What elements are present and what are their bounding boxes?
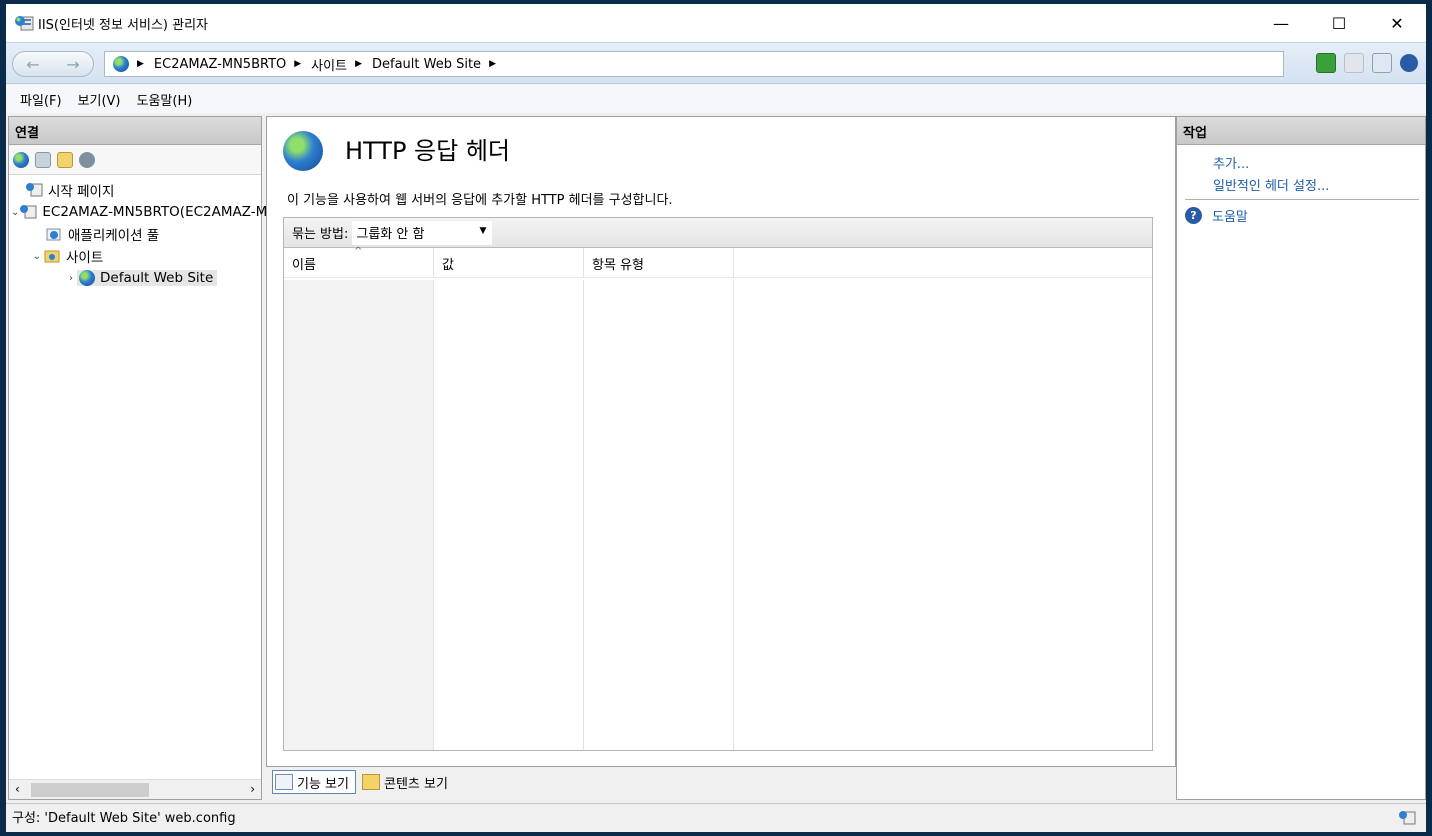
breadcrumb-item-default-web-site[interactable]: ▶ Default Web Site: [347, 57, 481, 72]
chevron-down-icon[interactable]: ⌄: [31, 251, 43, 262]
list-column-name: [284, 280, 434, 750]
connections-tree: 시작 페이지 ⌄ EC2AMAZ-MN5BRTO(EC2AMAZ-MN5BRTO…: [9, 175, 424, 289]
dropdown-arrow-icon: ▼: [479, 225, 487, 236]
menu-file[interactable]: 파일(F): [20, 90, 62, 109]
tree-item-default-web-site[interactable]: › Default Web Site: [9, 267, 261, 289]
help-icon: ?: [1185, 206, 1202, 224]
group-by-bar: 묶는 방법: 그룹화 안 함 ▼: [284, 218, 1152, 248]
tree-item-server[interactable]: ⌄ EC2AMAZ-MN5BRTO(EC2AMAZ-MN5BRTO\Admini…: [9, 201, 424, 223]
group-by-label: 묶는 방법:: [292, 227, 349, 242]
list-column-value: [434, 280, 584, 750]
status-text: 구성: 'Default Web Site' web.config: [12, 811, 236, 826]
tab-content-view[interactable]: 콘텐츠 보기: [360, 770, 454, 794]
website-globe-icon: [79, 270, 95, 286]
tree-item-start-page[interactable]: 시작 페이지: [9, 179, 261, 201]
stop-icon[interactable]: [1344, 53, 1364, 73]
menu-help[interactable]: 도움말(H): [137, 90, 193, 109]
help-dropdown-icon[interactable]: [1400, 54, 1418, 72]
home-icon[interactable]: [1372, 53, 1392, 73]
scroll-right-arrow[interactable]: ›: [250, 782, 255, 796]
action-help[interactable]: ? 도움말: [1177, 204, 1425, 226]
features-view-icon: [275, 774, 293, 790]
server-status-icon: [1398, 810, 1416, 826]
up-folder-icon[interactable]: [57, 151, 73, 168]
divider: [1185, 199, 1419, 200]
sites-folder-icon: [43, 248, 61, 264]
action-set-common-headers[interactable]: 일반적인 헤더 설정...: [1177, 173, 1425, 195]
title-bar: IIS(인터넷 정보 서비스) 관리자 — ☐ ✕: [6, 4, 1426, 42]
connections-toolbar: [9, 145, 261, 175]
nav-buttons: ← →: [12, 51, 94, 77]
chevron-right-icon[interactable]: ›: [65, 273, 77, 284]
list-column-entry-type: [584, 280, 734, 750]
actions-pane: 작업 추가... 일반적인 헤더 설정... ? 도움말: [1176, 116, 1426, 800]
maximize-button[interactable]: ☐: [1310, 4, 1368, 42]
column-header-name[interactable]: ^ 이름: [284, 246, 434, 277]
feature-description: 이 기능을 사용하여 웹 서버의 응답에 추가할 HTTP 헤더를 구성합니다.: [287, 193, 673, 208]
connect-icon[interactable]: [13, 151, 29, 168]
actions-header: 작업: [1177, 117, 1425, 145]
column-header-value[interactable]: 값: [434, 248, 584, 277]
app-pool-icon: [45, 226, 63, 242]
window-title: IIS(인터넷 정보 서비스) 관리자: [38, 17, 209, 33]
group-by-select[interactable]: 그룹화 안 함 ▼: [352, 220, 493, 245]
tree-item-sites[interactable]: ⌄ 사이트: [9, 245, 261, 267]
horizontal-scrollbar[interactable]: ‹ ›: [9, 779, 261, 799]
iis-manager-window: IIS(인터넷 정보 서비스) 관리자 — ☐ ✕ ← → ▶ EC2AMAZ-M…: [6, 4, 1426, 832]
action-add[interactable]: 추가...: [1177, 151, 1425, 173]
scrollbar-thumb[interactable]: [31, 783, 149, 797]
breadcrumb-expand-arrow[interactable]: ▶: [481, 59, 506, 69]
column-header-entry-type[interactable]: 항목 유형: [584, 248, 734, 277]
page-title: HTTP 응답 헤더: [345, 137, 510, 165]
refresh-icon[interactable]: [1316, 53, 1336, 73]
tab-features-view[interactable]: 기능 보기: [272, 770, 356, 794]
list-body[interactable]: [284, 280, 1152, 750]
save-icon[interactable]: [35, 151, 51, 168]
feature-pane: HTTP 응답 헤더 이 기능을 사용하여 웹 서버의 응답에 추가할 HTTP…: [266, 116, 1176, 767]
iis-app-icon: [14, 15, 34, 31]
breadcrumb[interactable]: ▶ EC2AMAZ-MN5BRTO ▶ 사이트 ▶ Default Web Site …: [104, 51, 1284, 77]
menu-view[interactable]: 보기(V): [78, 90, 121, 109]
http-response-headers-icon: [283, 131, 323, 171]
scroll-left-arrow[interactable]: ‹: [15, 782, 20, 796]
menu-bar: 파일(F) 보기(V) 도움말(H): [6, 85, 1426, 113]
chevron-down-icon[interactable]: ⌄: [11, 207, 19, 218]
column-headers: ^ 이름 값 항목 유형: [284, 246, 1152, 278]
minimize-button[interactable]: —: [1252, 4, 1310, 42]
connections-header: 연결: [9, 117, 261, 145]
globe-icon: [113, 56, 129, 72]
server-icon: [19, 204, 37, 220]
forward-button[interactable]: →: [53, 55, 93, 74]
content-view-icon: [361, 774, 380, 790]
breadcrumb-item-server[interactable]: ▶ EC2AMAZ-MN5BRTO: [129, 57, 286, 72]
breadcrumb-item-sites[interactable]: ▶ 사이트: [286, 55, 347, 74]
tree-item-app-pools[interactable]: 애플리케이션 풀: [9, 223, 261, 245]
back-button[interactable]: ←: [13, 55, 53, 74]
address-bar: ← → ▶ EC2AMAZ-MN5BRTO ▶ 사이트 ▶ Default Web S…: [6, 42, 1426, 84]
delete-connection-icon[interactable]: [79, 151, 95, 168]
close-button[interactable]: ✕: [1368, 4, 1426, 42]
headers-list: 묶는 방법: 그룹화 안 함 ▼ ^ 이름 값 항목 유형: [283, 217, 1153, 751]
sort-ascending-icon: ^: [354, 246, 363, 257]
status-bar: 구성: 'Default Web Site' web.config: [6, 803, 1426, 829]
start-page-icon: [25, 182, 43, 198]
connections-pane: 연결 시작 페이지 ⌄ EC2AMAZ-MN5BRTO(EC2AMAZ-MN5B…: [8, 116, 424, 800]
view-tabs: 기능 보기 콘텐츠 보기: [272, 770, 454, 794]
